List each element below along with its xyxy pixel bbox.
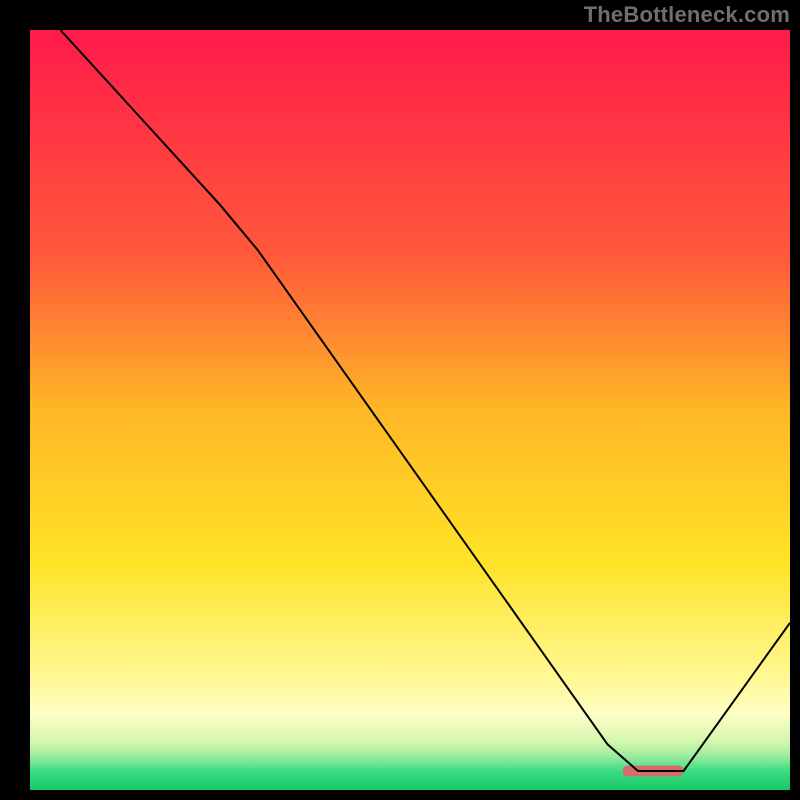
watermark-text: TheBottleneck.com bbox=[584, 2, 790, 28]
chart-frame: TheBottleneck.com bbox=[0, 0, 800, 800]
chart-background bbox=[30, 30, 790, 790]
bottleneck-chart bbox=[30, 30, 790, 790]
